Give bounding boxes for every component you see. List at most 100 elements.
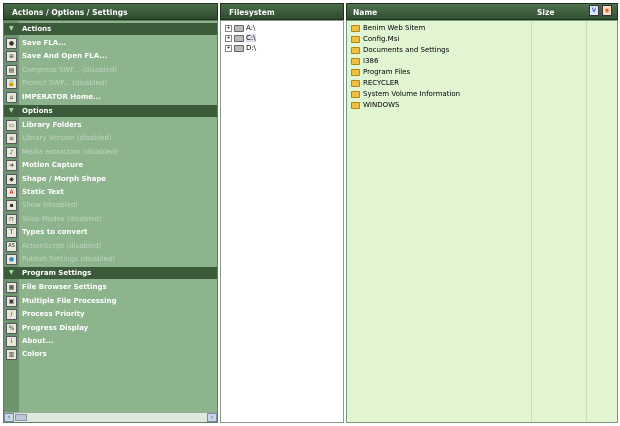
menu-item-motion-capture[interactable]: ➜ Motion Capture xyxy=(4,159,217,172)
menu-item-media-extraction-disabled: ♪ Media extraction (disabled) xyxy=(4,146,217,159)
menu-item-process-priority[interactable]: / Process Priority xyxy=(4,308,217,321)
file-row[interactable]: WINDOWS xyxy=(351,100,400,111)
percent-icon: % xyxy=(6,322,17,334)
collapse-arrow-icon[interactable]: ▼ xyxy=(9,267,14,279)
file-name: RECYCLER xyxy=(363,79,400,87)
folder-icon xyxy=(351,90,360,98)
menu-item-label: Show (disabled) xyxy=(22,201,79,210)
menu-item-snap-modes-disabled: ⊓ Snap Modes (disabled) xyxy=(4,213,217,226)
drive-icon xyxy=(234,34,244,42)
filesystem-header: Filesystem xyxy=(220,3,344,20)
section-header-actions[interactable]: ▼ Actions xyxy=(4,23,217,35)
file-name: Documents and Settings xyxy=(363,46,450,54)
folder-icon xyxy=(351,46,360,54)
expand-icon[interactable]: + xyxy=(225,34,232,42)
menu-item-progress-display[interactable]: % Progress Display xyxy=(4,322,217,335)
drive-label: C:\ xyxy=(246,34,256,42)
menu-item-static-text[interactable]: A Static Text xyxy=(4,186,217,199)
about-icon: i xyxy=(6,336,17,347)
file-name: System Volume Information xyxy=(363,90,461,98)
column-divider xyxy=(531,21,532,422)
menu-item-label: Snap Modes (disabled) xyxy=(22,214,102,223)
scroll-left-button[interactable]: ‹ xyxy=(4,413,14,422)
horizontal-scrollbar[interactable]: ‹ › xyxy=(4,412,217,422)
menu-item-label: Progress Display xyxy=(22,323,89,332)
file-row[interactable]: Config.Msi xyxy=(351,34,399,45)
menu-item-colors[interactable]: ▥ Colors xyxy=(4,348,217,361)
menu-item-imperator-home[interactable]: ⌂ IMPERATOR Home... xyxy=(4,91,217,104)
left-pane-title: Actions / Options / Settings xyxy=(12,8,128,17)
folder-icon xyxy=(351,101,360,109)
menu-item-show-disabled: ▪ Show (disabled) xyxy=(4,199,217,212)
menu-item-label: ActionScript (disabled) xyxy=(22,241,102,250)
collapse-arrow-icon[interactable]: ▼ xyxy=(9,105,14,117)
menu-item-shape-morph-shape[interactable]: ◆ Shape / Morph Shape xyxy=(4,173,217,186)
file-name: WINDOWS xyxy=(363,101,400,109)
drive-node[interactable]: + C:\ xyxy=(225,33,256,43)
column-name[interactable]: Name xyxy=(353,4,377,21)
left-panel: ▼ Actions ● Save FLA... ⊕ Save And Open FLA..… xyxy=(3,20,218,423)
menu-item-file-browser-settings[interactable]: ▦ File Browser Settings xyxy=(4,281,217,294)
expand-icon[interactable]: + xyxy=(225,24,232,32)
file-list-header: Name Size xyxy=(346,3,618,20)
actionscript-icon: AS xyxy=(6,240,17,252)
menu-item-label: Static Text xyxy=(22,188,64,196)
colors-icon: ▥ xyxy=(6,349,17,361)
firefox-icon[interactable]: ◉ xyxy=(602,5,612,16)
view-icon[interactable]: V xyxy=(589,5,599,16)
drive-icon xyxy=(234,24,244,32)
lock-icon: 🔒 xyxy=(6,78,17,90)
menu-item-actionscript-disabled: AS ActionScript (disabled) xyxy=(4,240,217,253)
menu-item-types-to-convert[interactable]: T Types to convert xyxy=(4,226,217,239)
file-row[interactable]: RECYCLER xyxy=(351,78,399,89)
snap-icon: ⊓ xyxy=(6,213,17,225)
folder-icon xyxy=(351,57,360,65)
file-row[interactable]: System Volume Information xyxy=(351,89,460,100)
folder-icon xyxy=(351,79,360,87)
folder-icon xyxy=(351,68,360,76)
column-divider xyxy=(586,21,587,422)
motion-icon: ➜ xyxy=(6,160,17,172)
drive-label: A:\ xyxy=(246,24,256,32)
save-open-icon: ⊕ xyxy=(6,51,17,63)
menu-item-label: About... xyxy=(22,337,54,345)
section-header-program-settings[interactable]: ▼ Program Settings xyxy=(4,267,217,280)
menu-item-label: Save FLA... xyxy=(22,39,67,47)
file-row[interactable]: Documents and Settings xyxy=(351,45,449,56)
drive-label: D:\ xyxy=(246,44,257,52)
drive-node[interactable]: + D:\ xyxy=(225,43,256,53)
menu-item-multiple-file-processing[interactable]: ▣ Multiple File Processing xyxy=(4,295,217,308)
menu-item-save-and-open-fla[interactable]: ⊕ Save And Open FLA... xyxy=(4,50,217,63)
menu-item-label: Types to convert xyxy=(22,228,88,237)
menu-item-label: Colors xyxy=(22,350,47,359)
file-row[interactable]: Benim Web Sitem xyxy=(351,23,425,34)
menu-item-about[interactable]: i About... xyxy=(4,335,217,348)
column-size[interactable]: Size xyxy=(537,4,554,21)
collapse-arrow-icon[interactable]: ▼ xyxy=(9,23,14,35)
menu-item-label: Library Folders xyxy=(22,121,82,129)
menu-item-save-fla[interactable]: ● Save FLA... xyxy=(4,37,217,50)
compress-icon: ▤ xyxy=(6,64,17,76)
folder-icon: ▭ xyxy=(6,120,17,131)
menu-item-label: Motion Capture xyxy=(22,161,84,170)
menu-item-library-version-disabled: ≡ Library Version (disabled) xyxy=(4,132,217,145)
scroll-thumb[interactable] xyxy=(15,414,27,421)
menu-item-library-folders[interactable]: ▭ Library Folders xyxy=(4,119,217,132)
media-icon: ♪ xyxy=(6,146,17,158)
menu-item-label: Media extraction (disabled) xyxy=(22,147,118,156)
drive-node[interactable]: + A:\ xyxy=(225,23,255,33)
section-header-options[interactable]: ▼ Options xyxy=(4,105,217,117)
show-icon: ▪ xyxy=(6,200,17,212)
scroll-right-button[interactable]: › xyxy=(207,413,217,422)
expand-icon[interactable]: + xyxy=(225,44,232,52)
section-title: Actions xyxy=(22,25,52,33)
file-row[interactable]: I386 xyxy=(351,56,378,67)
file-name: Config.Msi xyxy=(363,35,400,43)
menu-item-label: Save And Open FLA... xyxy=(22,52,108,61)
file-row[interactable]: Program Files xyxy=(351,67,410,78)
browser-icon: ▦ xyxy=(6,282,17,294)
section-title: Options xyxy=(22,107,53,115)
multi-file-icon: ▣ xyxy=(6,295,17,307)
menu-item-label: Publish Settings (disabled) xyxy=(22,255,116,263)
menu-item-publish-settings-disabled: ● Publish Settings (disabled) xyxy=(4,253,217,266)
